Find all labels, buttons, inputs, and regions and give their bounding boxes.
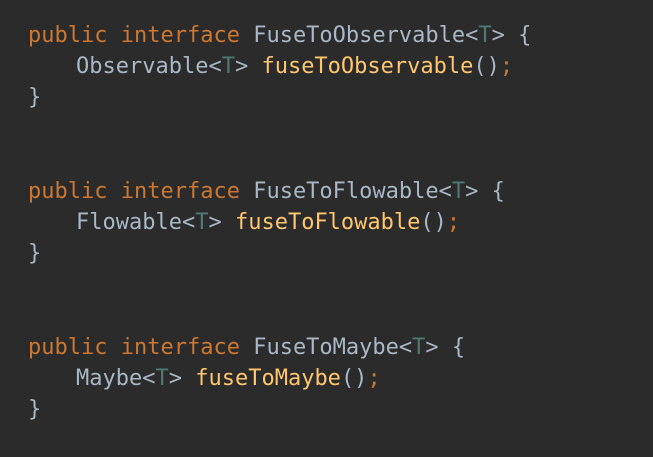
open-brace: { [518,23,532,48]
keyword-interface: interface [120,335,240,360]
code-line-interface-declaration: public interface FuseToMaybe<T> { [28,332,465,363]
parentheses: () [473,54,500,79]
angle-close: > [234,54,249,79]
code-line-close-brace: } [28,238,505,269]
method-name: fuseToObservable [261,54,474,79]
angle-open: < [398,335,413,360]
method-name: fuseToMaybe [195,366,341,391]
return-type: Maybe [76,366,143,391]
method-name: fuseToFlowable [234,210,421,235]
semicolon: ; [499,54,514,79]
code-block-fuse-to-maybe: public interface FuseToMaybe<T> { Maybe<… [28,332,465,425]
angle-open: < [465,23,479,48]
type-parameter: T [195,210,209,235]
close-brace: } [28,85,42,110]
angle-open: < [208,54,222,79]
semicolon: ; [367,366,381,391]
angle-open: < [438,179,452,204]
code-block-fuse-to-flowable: public interface FuseToFlowable<T> { Flo… [28,176,505,269]
code-line-interface-declaration: public interface FuseToFlowable<T> { [28,176,505,207]
angle-open: < [142,366,156,391]
type-parameter: T [412,335,426,360]
return-type: Observable [76,54,209,79]
keyword-public: public [28,179,108,204]
keyword-public: public [28,23,108,48]
angle-close: > [168,366,182,391]
parentheses: () [340,366,368,391]
angle-close: > [425,335,439,360]
angle-open: < [181,210,196,235]
close-brace: } [28,241,42,266]
return-type: Flowable [76,210,182,235]
angle-close: > [208,210,222,235]
keyword-public: public [28,335,108,360]
interface-name: FuseToObservable [253,23,466,48]
type-parameter: T [451,179,466,204]
code-line-close-brace: } [28,394,465,425]
code-line-method-declaration: Flowable<T> fuseToFlowable(); [28,207,505,238]
code-line-method-declaration: Observable<T> fuseToObservable(); [28,51,531,82]
angle-close: > [465,179,479,204]
semicolon: ; [446,210,461,235]
keyword-interface: interface [120,23,240,48]
close-brace: } [28,397,42,422]
code-editor[interactable]: public interface FuseToObservable<T> { O… [0,0,653,457]
code-line-interface-declaration: public interface FuseToObservable<T> { [28,20,531,51]
type-parameter: T [221,54,235,79]
type-parameter: T [478,23,492,48]
interface-name: FuseToFlowable [253,179,439,204]
code-line-close-brace: } [28,82,531,113]
interface-name: FuseToMaybe [253,335,399,360]
code-block-fuse-to-observable: public interface FuseToObservable<T> { O… [28,20,531,113]
open-brace: { [491,179,505,204]
keyword-interface: interface [120,179,240,204]
angle-close: > [491,23,505,48]
type-parameter: T [155,366,169,391]
code-line-method-declaration: Maybe<T> fuseToMaybe(); [28,363,465,394]
open-brace: { [451,335,466,360]
parentheses: () [420,210,447,235]
